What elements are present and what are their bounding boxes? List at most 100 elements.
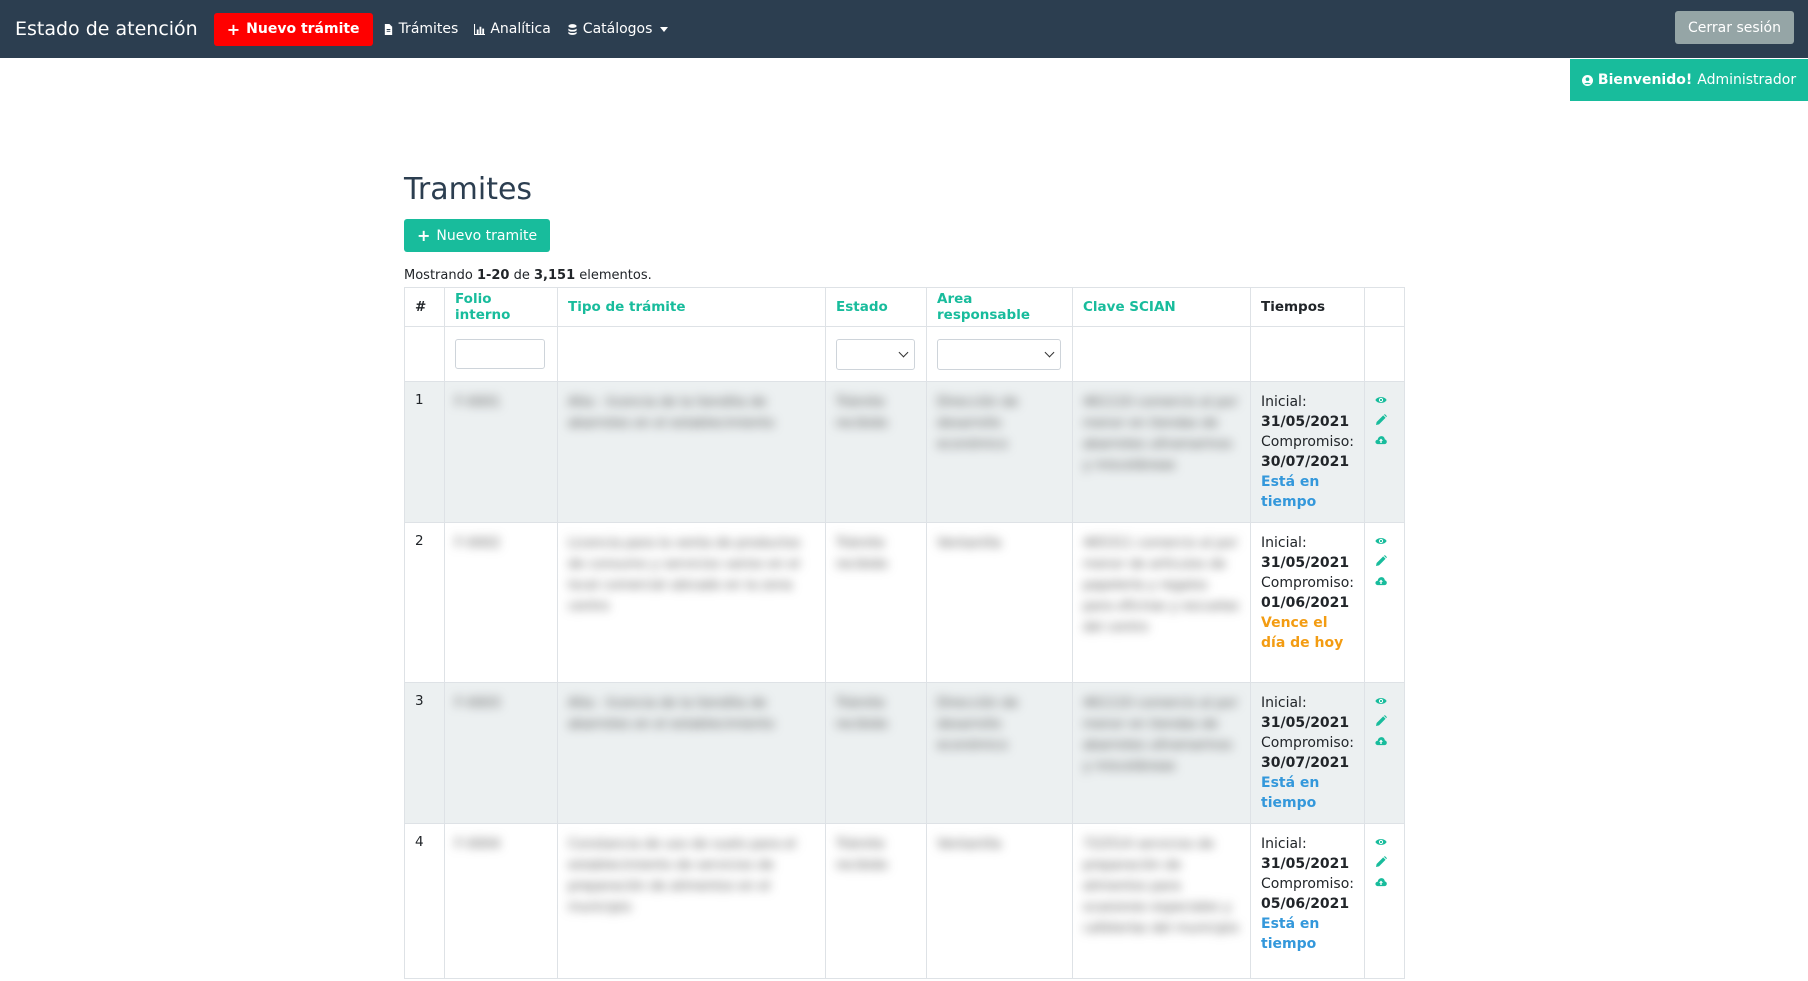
eye-icon[interactable] [1375, 695, 1387, 707]
procedures-table: # Folio interno Tipo de trámite Estado A… [404, 287, 1405, 979]
area-filter-select[interactable] [937, 338, 1061, 370]
status-text: Está en tiempo [1261, 474, 1320, 510]
filter-cell-estado [825, 326, 927, 382]
filter-cell-empty [1364, 326, 1405, 382]
inicial-date: 31/05/2021 [1261, 856, 1350, 872]
pencil-icon[interactable] [1375, 555, 1387, 567]
new-procedure-label: Nuevo tramite [436, 227, 538, 244]
cloud-upload-icon[interactable] [1375, 876, 1387, 888]
actions-cell [1364, 823, 1405, 979]
eye-icon[interactable] [1375, 394, 1387, 406]
tiempos-cell: Inicial: 31/05/2021 Compromiso: 05/06/20… [1250, 823, 1365, 979]
nav-link-label: Trámites [398, 21, 459, 37]
col-header-actions [1364, 287, 1405, 327]
col-header-area[interactable]: Area responsable [926, 287, 1073, 327]
estado-cell: Trámite recibido [825, 522, 927, 683]
tiempos-cell: Inicial: 31/05/2021 Compromiso: 30/07/20… [1250, 682, 1365, 824]
eye-icon[interactable] [1375, 535, 1387, 547]
eye-icon[interactable] [1375, 836, 1387, 848]
table-row: 2 F-0002 Licencia para la venta de produ… [404, 522, 1405, 683]
tipo-text: Licencia para la venta de productos de c… [568, 536, 801, 614]
clave-cell: 461110 comercio al por menor en tiendas … [1072, 682, 1251, 824]
summary-prefix: Mostrando [404, 268, 477, 283]
filter-cell-empty [557, 326, 826, 382]
compromiso-label: Compromiso: [1261, 575, 1354, 591]
results-summary: Mostrando 1-20 de 3,151 elementos. [404, 268, 652, 283]
status-text: Vence el día de hoy [1261, 615, 1344, 651]
brand-title[interactable]: Estado de atención [15, 18, 198, 40]
file-icon [384, 23, 392, 35]
tiempos-block: Inicial: 31/05/2021 Compromiso: 30/07/20… [1261, 382, 1354, 522]
plus-icon: + [226, 19, 241, 39]
tipo-text: Alta - licencia de la tiendita de abarro… [568, 696, 775, 732]
summary-suffix: elementos. [575, 268, 652, 283]
welcome-user: Administrador [1697, 72, 1797, 88]
new-procedure-nav-button[interactable]: + Nuevo trámite [213, 12, 373, 46]
inicial-label: Inicial: [1261, 836, 1307, 852]
col-header-folio[interactable]: Folio interno [444, 287, 558, 327]
chart-icon [474, 23, 486, 35]
col-header-estado[interactable]: Estado [825, 287, 927, 327]
area-text: Ventanilla [937, 536, 1002, 551]
tipo-cell: Licencia para la venta de productos de c… [557, 522, 826, 683]
pencil-icon[interactable] [1375, 856, 1387, 868]
col-header-clave[interactable]: Clave SCIAN [1072, 287, 1251, 327]
estado-text: Trámite recibido [836, 536, 888, 572]
area-cell: Dirección de desarrollo económico [926, 381, 1073, 523]
tiempos-cell: Inicial: 31/05/2021 Compromiso: 30/07/20… [1250, 381, 1365, 523]
row-number: 2 [404, 522, 445, 683]
filter-cell-folio [444, 326, 558, 382]
nav-dropdown-catalogos[interactable]: Catálogos [567, 21, 669, 37]
row-number: 1 [404, 381, 445, 523]
nav-link-label: Catálogos [582, 21, 653, 37]
cloud-upload-icon[interactable] [1375, 735, 1387, 747]
summary-total: 3,151 [534, 268, 576, 283]
tipo-cell: Alta - licencia de la tiendita de abarro… [557, 682, 826, 824]
folio-cell: F-0002 [444, 522, 558, 683]
filter-cell-empty [404, 326, 445, 382]
filter-cell-area [926, 326, 1073, 382]
welcome-badge: Bienvenido! Administrador [1570, 59, 1808, 101]
actions-cell [1364, 682, 1405, 824]
nav-link-tramites[interactable]: Trámites [383, 21, 459, 37]
compromiso-date: 01/06/2021 [1261, 595, 1350, 611]
cloud-upload-icon[interactable] [1375, 575, 1387, 587]
tipo-text: Alta - licencia de la tiendita de abarro… [568, 395, 775, 431]
inicial-label: Inicial: [1261, 695, 1307, 711]
new-procedure-button[interactable]: + Nuevo tramite [404, 219, 551, 252]
nav-link-label: Analítica [490, 21, 551, 37]
estado-text: Trámite recibido [836, 395, 888, 431]
row-number: 4 [404, 823, 445, 979]
estado-text: Trámite recibido [836, 837, 888, 873]
area-text: Dirección de desarrollo económico [937, 696, 1019, 753]
tipo-cell: Constancia de uso de suelo para el estab… [557, 823, 826, 979]
folio-text: F-0001 [455, 395, 501, 410]
cloud-upload-icon[interactable] [1375, 434, 1387, 446]
folio-filter-input[interactable] [455, 339, 545, 369]
tiempos-cell: Inicial: 31/05/2021 Compromiso: 01/06/20… [1250, 522, 1365, 683]
top-navbar: Estado de atención + Nuevo trámite Trámi… [0, 0, 1808, 58]
folio-cell: F-0004 [444, 823, 558, 979]
compromiso-date: 05/06/2021 [1261, 896, 1350, 912]
pencil-icon[interactable] [1375, 414, 1387, 426]
logout-button[interactable]: Cerrar sesión [1675, 11, 1794, 44]
status-text: Está en tiempo [1261, 775, 1320, 811]
col-header-tipo[interactable]: Tipo de trámite [557, 287, 826, 327]
inicial-date: 31/05/2021 [1261, 555, 1350, 571]
clave-text: 461110 comercio al por menor en tiendas … [1083, 696, 1238, 774]
filter-cell-empty [1072, 326, 1251, 382]
compromiso-label: Compromiso: [1261, 876, 1354, 892]
area-cell: Dirección de desarrollo económico [926, 682, 1073, 824]
summary-middle: de [509, 268, 534, 283]
welcome-greeting: Bienvenido! [1597, 72, 1693, 88]
clave-cell: 461110 comercio al por menor en tiendas … [1072, 381, 1251, 523]
clave-cell: 465311 comercio al por menor de artículo… [1072, 522, 1251, 683]
nav-link-analitica[interactable]: Analítica [474, 21, 551, 37]
tiempos-block: Inicial: 31/05/2021 Compromiso: 30/07/20… [1261, 683, 1354, 823]
user-circle-icon [1581, 74, 1593, 86]
estado-filter-select[interactable] [836, 338, 915, 370]
pencil-icon[interactable] [1375, 715, 1387, 727]
caret-down-icon [660, 26, 669, 32]
area-text: Dirección de desarrollo económico [937, 395, 1019, 452]
page-title: Tramites [404, 172, 533, 207]
